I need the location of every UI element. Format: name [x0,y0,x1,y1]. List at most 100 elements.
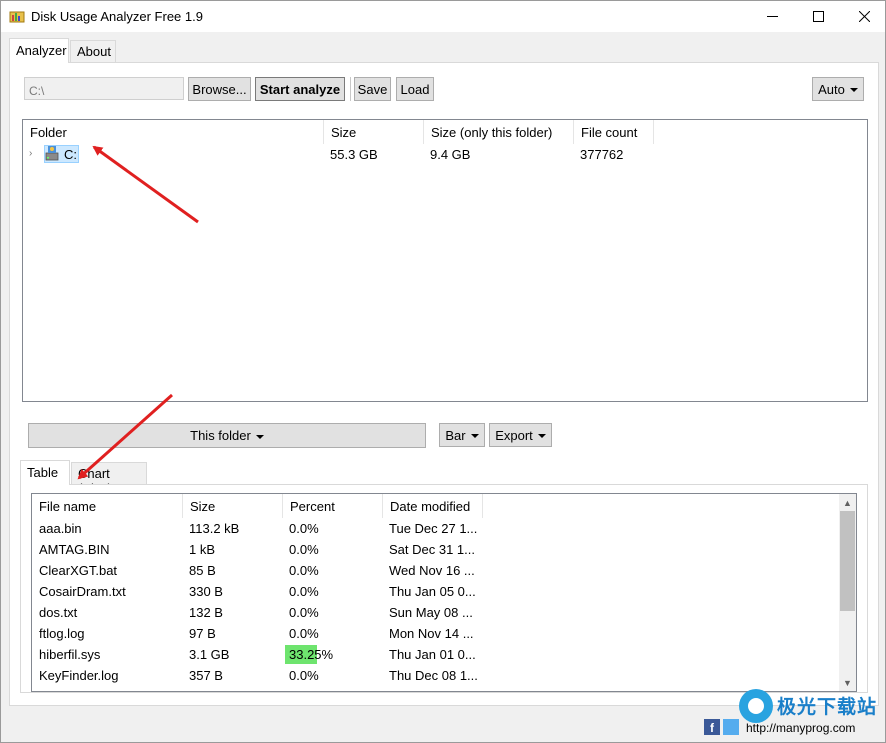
tab-chart-size[interactable]: Chart (Size) [71,462,147,496]
toolbar-separator [350,77,351,101]
percent-text: 0.0% [289,626,319,641]
percent-text: 33.25% [289,647,334,662]
auto-dropdown-button[interactable]: Auto [812,77,864,101]
column-header-folder[interactable]: Folder [23,120,324,144]
path-input[interactable] [24,77,184,100]
file-percent-cell: 0.0% [285,540,381,559]
file-name-cell: CosairDram.txt [39,584,126,599]
table-row[interactable]: ClearXGT.bat 85 B 0.0% Wed Nov 16 ... [32,560,840,581]
maximize-icon [812,11,824,22]
auto-label: Auto [818,81,845,97]
file-name-cell: ftlog.log [39,626,85,641]
percent-text: 0.0% [289,521,319,536]
app-window: Disk Usage Analyzer Free 1.9 Analyzer Ab… [0,0,886,743]
table-row[interactable]: CosairDram.txt 330 B 0.0% Thu Jan 05 0... [32,581,840,602]
expand-chevron-icon[interactable]: › [29,148,32,159]
file-percent-cell: 0.0% [285,582,381,601]
maximize-button[interactable] [795,1,841,32]
scroll-up-icon[interactable]: ▲ [839,494,856,511]
file-date-cell: Thu Jan 05 0... [389,584,476,599]
file-size-cell: 85 B [189,563,216,578]
bar-dropdown-button[interactable]: Bar [439,423,485,447]
file-size-cell: 132 B [189,605,223,620]
column-header-percent[interactable]: Percent [283,494,383,518]
file-date-cell: Sat Dec 31 1... [389,542,475,557]
close-icon [858,11,870,22]
file-date-cell: Wed Nov 16 ... [389,563,475,578]
percent-text: 0.0% [289,584,319,599]
window-title: Disk Usage Analyzer Free 1.9 [31,9,203,24]
percent-text: 0.0% [289,668,319,683]
table-row[interactable]: aaa.bin 113.2 kB 0.0% Tue Dec 27 1... [32,518,840,539]
table-panel: File name Size Percent Date modified aaa… [20,484,868,693]
file-percent-cell: 0.0% [285,561,381,580]
file-name-cell: ClearXGT.bat [39,563,118,578]
percent-text: 0.0% [289,605,319,620]
table-row[interactable]: ftlog.log 97 B 0.0% Mon Nov 14 ... [32,623,840,644]
file-size-cell: 357 B [189,668,223,683]
column-header-size[interactable]: Size [183,494,283,518]
drive-file-count: 377762 [580,147,624,162]
facebook-icon[interactable]: f [704,719,720,735]
watermark-text: 极光下载站 [777,696,878,718]
caret-down-icon [849,88,858,92]
file-size-cell: 97 B [189,626,216,641]
folder-tree[interactable]: Folder Size Size (only this folder) File… [22,119,868,402]
this-folder-dropdown-button[interactable]: This folder [28,423,426,448]
twitter-icon[interactable] [723,719,739,735]
analyzer-panel: Browse... Start analyze Save Load Auto F… [9,62,879,706]
export-dropdown-button[interactable]: Export [489,423,552,447]
minimize-icon [766,16,778,17]
file-percent-cell: 0.0% [285,624,381,643]
file-date-cell: Thu Dec 08 1... [389,668,478,683]
file-size-cell: 330 B [189,584,223,599]
file-name-cell: hiberfil.sys [39,647,101,662]
drive-label: C: [64,147,77,162]
table-row[interactable]: hiberfil.sys 3.1 GB 33.25% Thu Jan 01 0... [32,644,840,665]
browse-button[interactable]: Browse... [188,77,251,101]
percent-text: 0.0% [289,542,319,557]
tab-about[interactable]: About [70,40,116,62]
scroll-thumb[interactable] [840,511,855,611]
caret-down-icon [537,434,546,438]
column-header-size[interactable]: Size [324,120,424,144]
table-row[interactable]: dos.txt 132 B 0.0% Sun May 08 ... [32,602,840,623]
title-bar: Disk Usage Analyzer Free 1.9 [1,1,885,32]
caret-down-icon [470,434,479,438]
bar-label: Bar [445,427,466,443]
this-folder-label: This folder [190,428,251,443]
file-percent-cell: 0.0% [285,519,381,538]
file-name-cell: KeyFinder.log [39,668,119,683]
drive-size: 55.3 GB [330,147,378,162]
drive-size-only: 9.4 GB [430,147,471,162]
column-header-file-count[interactable]: File count [574,120,654,144]
file-percent-cell: 0.0% [285,603,381,622]
save-button[interactable]: Save [354,77,391,101]
file-name-cell: dos.txt [39,605,78,620]
column-header-size-only[interactable]: Size (only this folder) [424,120,574,144]
file-size-cell: 113.2 kB [189,521,240,536]
start-analyze-button[interactable]: Start analyze [255,77,345,101]
close-button[interactable] [841,1,886,32]
file-percent-cell: 33.25% [285,645,381,664]
table-row[interactable]: AMTAG.BIN 1 kB 0.0% Sat Dec 31 1... [32,539,840,560]
load-button[interactable]: Load [396,77,434,101]
file-date-cell: Mon Nov 14 ... [389,626,474,641]
app-icon [9,11,25,23]
column-header-date-modified[interactable]: Date modified [383,494,483,518]
watermark: 极光下载站 [739,689,879,729]
file-size-cell: 1 kB [189,542,216,557]
column-header-file-name[interactable]: File name [32,494,183,518]
watermark-logo-icon [739,689,773,723]
minimize-button[interactable] [749,1,795,32]
tab-analyzer[interactable]: Analyzer [9,38,69,63]
file-percent-cell: 0.0% [285,666,381,685]
file-table[interactable]: File name Size Percent Date modified aaa… [31,493,857,692]
tab-table[interactable]: Table [20,460,70,485]
file-date-cell: Sun May 08 ... [389,605,473,620]
table-row[interactable]: KeyFinder.log 357 B 0.0% Thu Dec 08 1... [32,665,840,686]
file-name-cell: AMTAG.BIN [39,542,110,557]
vertical-scrollbar[interactable]: ▲ ▼ [839,494,856,691]
tree-row[interactable]: › C: 55.3 GB 9.4 GB 377762 [23,144,867,164]
file-date-cell: Tue Dec 27 1... [389,521,478,536]
